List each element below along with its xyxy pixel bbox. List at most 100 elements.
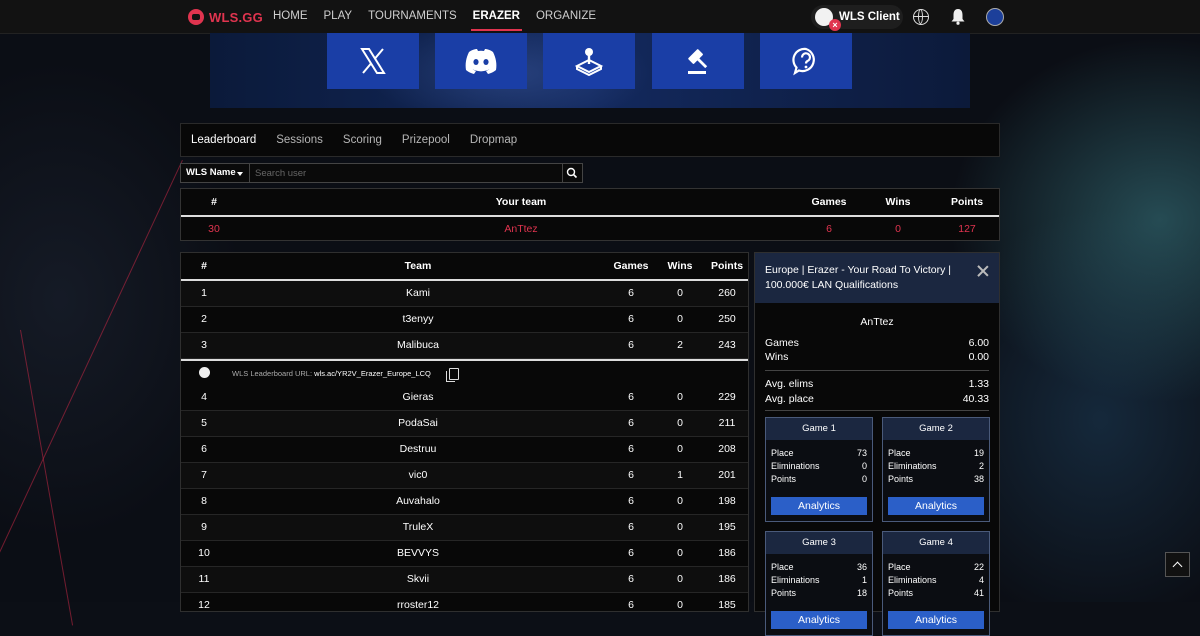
nav-link-tournaments[interactable]: TOURNAMENTS [360,0,465,33]
wins: 0 [677,391,683,403]
wins: 2 [677,339,683,351]
game-elims-label: Eliminations [888,575,937,585]
team-name: Skvii [406,573,430,585]
help-button[interactable] [760,33,852,89]
analytics-button[interactable]: Analytics [771,497,867,515]
leaderboard-header: # Team Games Wins Points [181,253,748,281]
wins: 0 [677,547,683,559]
points: 208 [718,443,736,455]
rules-button[interactable] [652,33,744,89]
wls-client-label: WLS Client [839,11,900,23]
table-row[interactable]: 1 Kami 6 0 260 [181,281,748,307]
table-row[interactable]: 6 Destruu 6 0 208 [181,437,748,463]
table-row[interactable]: 12 rroster12 6 0 185 [181,593,748,611]
table-row[interactable]: 9 TruleX 6 0 195 [181,515,748,541]
stat-games: Games 6.00 [765,337,989,351]
team-name: rroster12 [396,599,439,611]
nav-link-organize[interactable]: ORGANIZE [528,0,604,33]
top-navbar: WLS.GG HOME PLAY TOURNAMENTS ERAZER ORGANIZE… [0,0,1200,34]
game-title: Game 1 [766,418,872,440]
brand-logo[interactable]: WLS.GG [188,8,263,26]
game-button[interactable] [543,33,635,89]
game-points: Points 38 [888,474,984,486]
stat-avg-place: Avg. place 40.33 [765,393,989,407]
rank: 8 [201,495,207,507]
col-wins: Wins [667,260,693,272]
leaderboard-url: WLS Leaderboard URL: wls.ac/YR2V_Erazer_… [232,369,431,378]
analytics-button[interactable]: Analytics [771,611,867,629]
wins: 0 [677,599,683,611]
table-row[interactable]: 7 vic0 6 1 201 [181,463,748,489]
points: 201 [718,469,736,481]
table-row[interactable]: 8 Auvahalo 6 0 198 [181,489,748,515]
game-card: Game 2 Place 19 Eliminations 2 Points 38 Analyt… [882,417,990,522]
games: 6 [628,313,634,325]
search-input[interactable] [250,163,563,183]
close-icon[interactable] [977,265,989,277]
team-name: AnTtez [504,223,538,235]
brand-name: WLS.GG [209,9,263,25]
wins: 0 [677,313,683,325]
game-elims-value: 1 [861,575,867,585]
game-elims-label: Eliminations [888,461,937,471]
wls-client-button[interactable]: × WLS Client [811,5,903,31]
discord-icon [465,49,497,74]
your-team-row[interactable]: 30 AnTtez 6 0 127 [181,216,999,242]
game-points: Points 41 [888,588,984,600]
gavel-icon [688,49,708,74]
nav-link-erazer[interactable]: ERAZER [465,0,528,33]
stat-avg-elims: Avg. elims 1.33 [765,378,989,392]
col-points: Points [950,196,984,208]
points: 186 [718,573,736,585]
team-name: PodaSai [398,417,438,429]
leaderboard-table: # Team Games Wins Points 1 Kami 6 0 260 2 t3en… [180,252,749,612]
user-avatar[interactable] [986,8,1004,26]
stat-value: 1.33 [968,378,989,390]
points: 211 [718,417,736,429]
copy-icon[interactable] [446,368,459,382]
team-name: t3enyy [402,313,434,325]
table-row[interactable]: 11 Skvii 6 0 186 [181,567,748,593]
panel-title: Europe | Erazer - Your Road To Victory |… [765,264,952,291]
game-elims-value: 4 [978,575,984,585]
game-elims: Eliminations 2 [888,461,984,473]
tab-sessions[interactable]: Sessions [276,134,323,146]
x-twitter-button[interactable] [327,33,419,89]
table-row[interactable]: 2 t3enyy 6 0 250 [181,307,748,333]
nav-link-play[interactable]: PLAY [316,0,361,33]
col-games: Games [811,196,847,208]
search-button[interactable] [563,163,583,183]
table-row[interactable]: 5 PodaSai 6 0 211 [181,411,748,437]
points: 195 [718,521,736,533]
stat-label: Wins [765,351,789,363]
tab-prizepool[interactable]: Prizepool [402,134,450,146]
scroll-to-top-button[interactable] [1165,552,1190,577]
tab-scoring[interactable]: Scoring [343,134,382,146]
games: 6 [628,443,634,455]
game-points-label: Points [771,474,797,484]
games: 6 [628,521,634,533]
table-row[interactable]: 3 Malibuca 6 2 243 [181,333,748,359]
game-elims-label: Eliminations [771,575,820,585]
wins: 0 [677,417,683,429]
analytics-button[interactable]: Analytics [888,497,984,515]
col-rank: # [201,260,207,272]
game-elims: Eliminations 1 [771,575,867,587]
bell-icon[interactable] [950,8,966,25]
table-row[interactable]: 10 BEVVYS 6 0 186 [181,541,748,567]
game-points-value: 41 [973,588,984,598]
col-team: Your team [495,196,547,208]
divider [765,410,989,411]
rank: 9 [201,521,207,533]
stat-label: Avg. elims [765,378,814,390]
nav-link-home[interactable]: HOME [265,0,316,33]
tab-leaderboard[interactable]: Leaderboard [191,134,256,146]
game-title: Game 2 [883,418,989,440]
tab-dropmap[interactable]: Dropmap [470,134,517,146]
game-points-value: 38 [973,474,984,484]
search-filter-select[interactable]: WLS Name [180,163,250,183]
globe-icon[interactable] [913,9,929,25]
table-row[interactable]: 4 Gieras 6 0 229 [181,385,748,411]
analytics-button[interactable]: Analytics [888,611,984,629]
discord-button[interactable] [435,33,527,89]
